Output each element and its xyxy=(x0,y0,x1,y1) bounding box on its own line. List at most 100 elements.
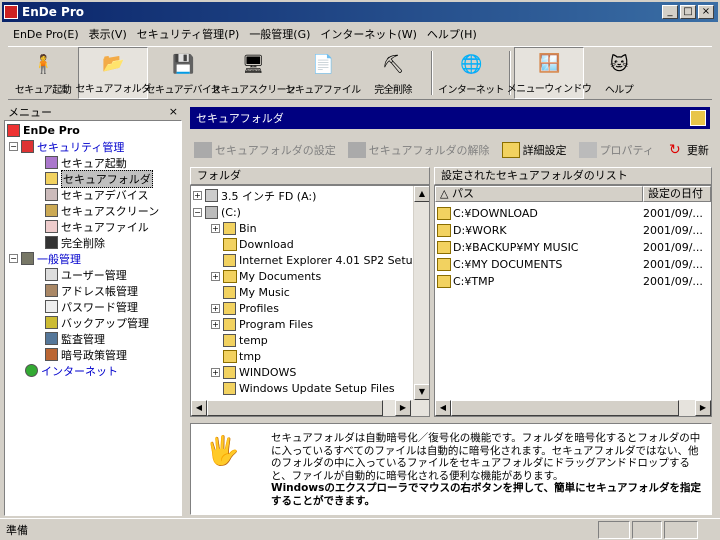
main-window: EnDe Pro _ □ × EnDe Pro(E) 表示(V) セキュリティ管… xyxy=(0,0,720,540)
menu-ende[interactable]: EnDe Pro(E) xyxy=(8,26,84,43)
tree-crypto-policy[interactable]: 暗号政策管理 xyxy=(45,347,127,362)
menu-general[interactable]: 一般管理(G) xyxy=(244,24,315,44)
folder-row[interactable]: + Program Files xyxy=(211,317,313,332)
scroll-right-icon[interactable]: ▶ xyxy=(695,400,711,416)
expand-icon[interactable]: + xyxy=(211,224,220,233)
column-path[interactable]: △ パス xyxy=(435,186,643,202)
folder-row[interactable]: My Music xyxy=(223,285,290,300)
expand-icon[interactable]: + xyxy=(211,304,220,313)
expand-icon[interactable]: + xyxy=(211,272,220,281)
hscroll-thumb[interactable] xyxy=(451,400,679,416)
folder-icon xyxy=(347,142,366,158)
tree-backup[interactable]: バックアップ管理 xyxy=(45,315,149,330)
toolbar-secure-screen[interactable]: 🖥 セキュアスクリーン xyxy=(211,47,296,99)
toolbar-internet[interactable]: 🌐 インターネット xyxy=(436,47,506,99)
folder-hscrollbar[interactable]: ◀ ▶ xyxy=(191,400,429,416)
content-header: セキュアフォルダ xyxy=(190,107,710,129)
folder-row[interactable]: Download xyxy=(223,237,294,252)
set-secure-folder-button[interactable]: セキュアフォルダの設定 xyxy=(190,142,342,158)
tree-root[interactable]: EnDe Pro xyxy=(7,123,80,138)
list-item[interactable]: C:¥TMP 2001/09/... xyxy=(437,274,707,289)
help-info-box: 🖐 セキュアフォルダは自動暗号化／復号化の機能です。フォルダを暗号化するとフォル… xyxy=(190,423,712,515)
expand-icon[interactable]: + xyxy=(211,320,220,329)
tree-audit[interactable]: 監査管理 xyxy=(45,331,105,346)
locked-folder-icon xyxy=(437,258,451,271)
list-item[interactable]: D:¥WORK 2001/09/... xyxy=(437,223,707,238)
sort-icon: △ xyxy=(440,187,452,200)
tree-address-book[interactable]: アドレス帳管理 xyxy=(45,283,138,298)
toolbar-wipe[interactable]: ⛏ 完全削除 xyxy=(358,47,428,99)
menu-view[interactable]: 表示(V) xyxy=(84,24,132,44)
advanced-settings-button[interactable]: 詳細設定 xyxy=(498,142,573,158)
tree-secure-file[interactable]: セキュアファイル xyxy=(45,219,149,234)
tree-password[interactable]: パスワード管理 xyxy=(45,299,138,314)
status-panel xyxy=(632,521,662,539)
floppy-icon xyxy=(205,189,218,202)
title-bar: EnDe Pro _ □ × xyxy=(2,2,718,22)
secure-folder-list: △ パス 設定の日付 C:¥DOWNLOAD 2001/09/... D:¥WOR… xyxy=(434,185,712,417)
folder-row[interactable]: + WINDOWS xyxy=(211,365,296,380)
scroll-up-icon[interactable]: ▲ xyxy=(414,186,429,202)
tree-general[interactable]: − 一般管理 xyxy=(9,251,81,266)
tree-internet[interactable]: インターネット xyxy=(25,363,118,378)
folder-icon xyxy=(223,382,236,395)
toolbar-secure-folder[interactable]: 📂 セキュアフォルダ xyxy=(76,47,151,99)
scroll-left-icon[interactable]: ◀ xyxy=(191,400,207,416)
list-item[interactable]: D:¥BACKUP¥MY MUSIC 2001/09/... xyxy=(437,240,707,255)
folder-row[interactable]: − (C:) xyxy=(193,205,241,220)
pencil-icon xyxy=(45,268,58,281)
column-date[interactable]: 設定の日付 xyxy=(643,186,711,202)
tree-secure-folder[interactable]: セキュアフォルダ xyxy=(45,169,153,188)
toolbar-secure-file[interactable]: 📄 セキュアファイル xyxy=(286,47,362,99)
locked-folder-icon xyxy=(437,207,451,220)
unset-secure-folder-button[interactable]: セキュアフォルダの解除 xyxy=(344,142,496,158)
folder-icon xyxy=(223,318,236,331)
menu-security[interactable]: セキュリティ管理(P) xyxy=(132,24,245,44)
folder-row[interactable]: Windows Update Setup Files xyxy=(223,381,395,396)
expand-icon[interactable]: + xyxy=(211,368,220,377)
tree-secure-boot[interactable]: セキュア起動 xyxy=(45,155,127,170)
folder-vscrollbar[interactable]: ▲ ▼ xyxy=(413,186,429,400)
minimize-button[interactable]: _ xyxy=(662,5,678,19)
scroll-right-icon[interactable]: ▶ xyxy=(395,400,411,416)
folder-row[interactable]: tmp xyxy=(223,349,261,364)
folder-row[interactable]: temp xyxy=(223,333,268,348)
list-item[interactable]: C:¥MY DOCUMENTS 2001/09/... xyxy=(437,257,707,272)
tree-secure-screen[interactable]: セキュアスクリーン xyxy=(45,203,159,218)
toolbar-menu-window[interactable]: 🪟 メニューウィンドウ xyxy=(507,47,592,99)
toolbar-help[interactable]: 🐱 ヘルプ xyxy=(584,47,654,99)
tree-user-admin[interactable]: ユーザー管理 xyxy=(45,267,127,282)
backup-icon xyxy=(45,316,58,329)
folder-row[interactable]: + Bin xyxy=(211,221,257,236)
expand-icon[interactable]: + xyxy=(193,191,202,200)
folder-row[interactable]: + My Documents xyxy=(211,269,321,284)
menu-internet[interactable]: インターネット(W) xyxy=(315,24,421,44)
collapse-icon[interactable]: − xyxy=(9,254,18,263)
list-hscrollbar[interactable]: ◀ ▶ xyxy=(435,400,711,416)
folder-row[interactable]: + Profiles xyxy=(211,301,279,316)
menu-help[interactable]: ヘルプ(H) xyxy=(422,24,482,44)
close-button[interactable]: × xyxy=(698,5,714,19)
collapse-icon[interactable]: − xyxy=(9,142,18,151)
list-panel-header: 設定されたセキュアフォルダのリスト xyxy=(434,167,712,185)
collapse-icon[interactable]: − xyxy=(193,208,202,217)
folder-lock-icon xyxy=(690,110,706,126)
refresh-button[interactable]: ↻ 更新 xyxy=(662,142,715,158)
properties-button[interactable]: プロパティ xyxy=(575,142,660,158)
close-icon[interactable]: × xyxy=(169,105,178,118)
book-icon xyxy=(45,284,58,297)
folder-row[interactable]: +3.5 インチ FD (A:) xyxy=(193,188,316,203)
hscroll-thumb[interactable] xyxy=(207,400,383,416)
scroll-down-icon[interactable]: ▼ xyxy=(414,384,429,400)
folder-row[interactable]: Internet Explorer 4.01 SP2 Setup xyxy=(223,253,420,268)
tree-security[interactable]: − セキュリティ管理 xyxy=(9,139,124,154)
maximize-button[interactable]: □ xyxy=(680,5,696,19)
tree-secure-device[interactable]: セキュアデバイス xyxy=(45,187,148,202)
toolbar-secure-boot[interactable]: 🧍 セキュア起動 xyxy=(8,47,78,99)
scroll-left-icon[interactable]: ◀ xyxy=(435,400,451,416)
list-item[interactable]: C:¥DOWNLOAD 2001/09/... xyxy=(437,206,707,221)
toolbar-secure-device[interactable]: 💾 セキュアデバイス xyxy=(146,47,221,99)
locked-folder-icon xyxy=(437,224,451,237)
tree-wipe[interactable]: 完全削除 xyxy=(45,235,105,250)
menu-bar: EnDe Pro(E) 表示(V) セキュリティ管理(P) 一般管理(G) イン… xyxy=(8,24,482,44)
